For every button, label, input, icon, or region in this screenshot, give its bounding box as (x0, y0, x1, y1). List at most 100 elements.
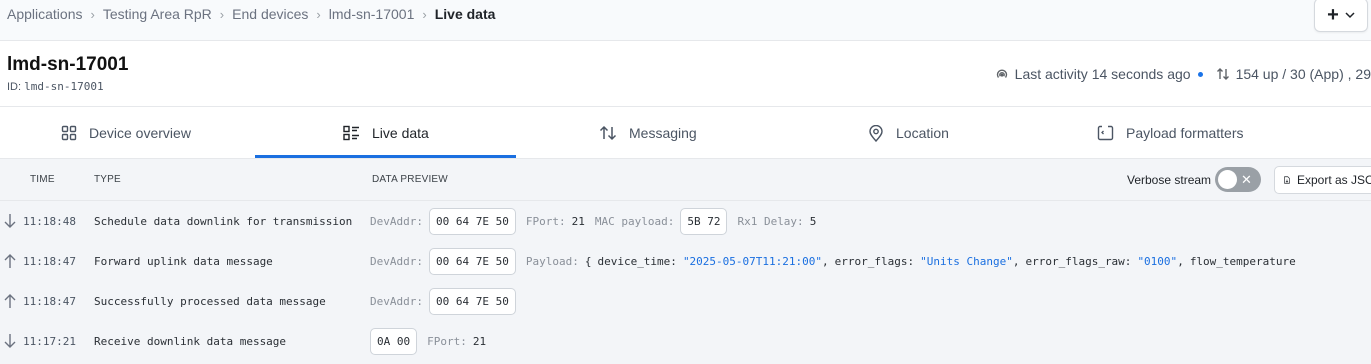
tab-messaging[interactable]: Messaging (599, 107, 697, 159)
plus-icon: + (1327, 4, 1339, 26)
device-id-label: ID: (7, 81, 22, 93)
code-icon (1097, 125, 1114, 141)
breadcrumb: Applications › Testing Area RpR › End de… (7, 6, 495, 22)
payload-field-key: flow_temperature (1189, 255, 1296, 268)
payload-field-key: error_flags: (834, 255, 915, 268)
event-time: 11:18:47 (23, 295, 76, 308)
event-type: Forward uplink data message (94, 255, 273, 268)
device-id: ID: lmd-sn-17001 (7, 80, 104, 93)
active-tab-indicator (255, 155, 516, 158)
arrow-down-icon (4, 214, 16, 228)
device-header: lmd-sn-17001 ID: lmd-sn-17001 Last activ… (0, 41, 1371, 107)
tab-location[interactable]: Location (868, 107, 949, 159)
devaddr-chip[interactable]: 00 64 7E 50 (428, 248, 516, 275)
payload-brace: { (584, 255, 592, 268)
preview-key: DevAddr: (370, 255, 423, 268)
event-time: 11:18:48 (23, 215, 76, 228)
table-row[interactable]: 11:18:47 Successfully processed data mes… (0, 281, 1371, 321)
arrow-up-icon (4, 254, 16, 268)
export-label: Export as JSON (1296, 173, 1371, 187)
payload-separator: , (822, 255, 829, 268)
last-activity: Last activity 14 seconds ago (1014, 66, 1191, 82)
event-type: Receive downlink data message (94, 335, 287, 348)
device-title: lmd-sn-17001 (7, 54, 129, 75)
breadcrumb-device[interactable]: lmd-sn-17001 (329, 6, 415, 22)
arrow-up-icon (4, 294, 16, 308)
preview-key: MAC payload: (594, 215, 675, 228)
arrow-down-icon (4, 334, 16, 348)
preview-value: 21 (571, 215, 585, 228)
event-type: Successfully processed data message (94, 295, 326, 308)
tab-device-overview[interactable]: Device overview (61, 107, 191, 159)
payload-separator: , (1177, 255, 1184, 268)
tab-label: Device overview (89, 125, 191, 141)
preview-key: FPort: (427, 335, 467, 348)
tab-label: Location (896, 125, 949, 141)
tab-label: Live data (372, 125, 429, 141)
preview-key: FPort: (525, 215, 566, 228)
breadcrumb-end-devices[interactable]: End devices (232, 6, 308, 22)
up-down-arrows-icon (1216, 68, 1229, 80)
close-icon: ✕ (1241, 172, 1252, 187)
chevron-right-icon: › (316, 6, 321, 22)
preview-key: DevAddr: (370, 215, 423, 228)
preview-key: Payload: (525, 255, 579, 268)
preview-value: 21 (472, 335, 487, 348)
device-activity: Last activity 14 seconds ago 154 up / 30… (995, 66, 1371, 82)
tab-label: Payload formatters (1126, 125, 1244, 141)
arrows-up-down-icon (599, 125, 617, 141)
signal-icon (996, 69, 1007, 78)
preview-key: Rx1 Delay: (737, 215, 804, 228)
list-icon (343, 125, 359, 141)
data-preview: 0A 00 FPort: 21 (370, 328, 486, 355)
verbose-stream-toggle[interactable]: ✕ (1215, 167, 1261, 192)
preview-value: 5 (809, 215, 817, 228)
tab-payload-formatters[interactable]: Payload formatters (1097, 107, 1244, 159)
preview-key: DevAddr: (370, 295, 423, 308)
table-row[interactable]: 11:18:47 Forward uplink data message Dev… (0, 241, 1371, 281)
tab-label: Messaging (629, 125, 697, 141)
mac-payload-chip[interactable]: 5B 72 (680, 208, 728, 235)
payload-separator: , (1012, 255, 1020, 268)
chevron-down-icon (1345, 12, 1355, 19)
table-row[interactable]: 11:18:48 Schedule data downlink for tran… (0, 201, 1371, 241)
data-preview: DevAddr: 00 64 7E 50 (370, 288, 526, 315)
column-header-type: TYPE (94, 174, 121, 185)
raw-payload-chip[interactable]: 0A 00 (370, 328, 418, 355)
chevron-right-icon: › (219, 6, 225, 22)
tab-live-data[interactable]: Live data (343, 107, 429, 159)
column-header-preview: DATA PREVIEW (372, 174, 448, 185)
device-id-value: lmd-sn-17001 (24, 80, 104, 93)
event-type: Schedule data downlink for transmission (94, 215, 353, 228)
pin-icon (869, 124, 883, 142)
devaddr-chip[interactable]: 00 64 7E 50 (428, 208, 516, 235)
events-list: 11:18:48 Schedule data downlink for tran… (0, 201, 1371, 364)
grid-icon (61, 125, 77, 141)
activity-dot (1197, 71, 1203, 77)
payload-field-key: device_time: (597, 255, 677, 268)
event-time: 11:17:21 (23, 335, 76, 348)
payload-field-value: "Units Change" (920, 255, 1013, 268)
toggle-knob (1218, 170, 1237, 189)
file-export-icon (1284, 176, 1290, 184)
breadcrumb-applications[interactable]: Applications (7, 6, 83, 22)
export-json-button[interactable]: Export as JSON (1274, 166, 1371, 194)
events-table-header: TIME TYPE DATA PREVIEW Verbose stream ✕ … (0, 159, 1371, 201)
breadcrumb-application[interactable]: Testing Area RpR (103, 6, 212, 22)
payload-field-key: error_flags_raw: (1025, 255, 1132, 268)
table-row[interactable]: 11:17:21 Receive downlink data message 0… (0, 321, 1371, 361)
breadcrumb-bar: Applications › Testing Area RpR › End de… (0, 0, 1371, 41)
payload-field-value: "2025-05-07T11:21:00" (682, 255, 823, 268)
event-time: 11:18:47 (23, 255, 76, 268)
chevron-right-icon: › (422, 6, 427, 22)
device-tabs: Device overview Live data Messaging Loca… (0, 107, 1371, 159)
data-preview: DevAddr: 00 64 7E 50 Payload: { device_t… (370, 248, 1296, 275)
column-header-time: TIME (30, 174, 55, 185)
verbose-stream-label: Verbose stream (1127, 173, 1212, 187)
traffic-counts: 154 up / 30 (App) , 29 (1235, 66, 1371, 82)
chevron-right-icon: › (90, 6, 95, 22)
devaddr-chip[interactable]: 00 64 7E 50 (428, 288, 516, 315)
add-menu-button[interactable]: + (1314, 0, 1368, 32)
data-preview: DevAddr: 00 64 7E 50 FPort: 21 MAC paylo… (370, 208, 816, 235)
breadcrumb-current: Live data (434, 6, 496, 22)
